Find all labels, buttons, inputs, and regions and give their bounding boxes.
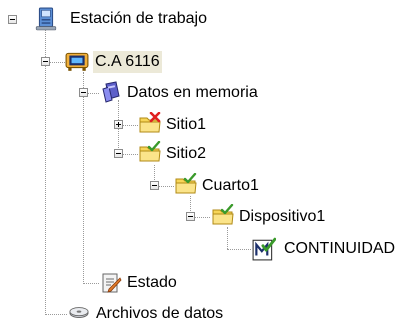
tree-connector bbox=[83, 283, 99, 284]
tree-item-data-files[interactable]: Archivos de datos bbox=[94, 303, 225, 325]
tree-connector bbox=[83, 72, 84, 284]
status-report-icon bbox=[102, 273, 122, 293]
measurement-check-icon bbox=[252, 237, 276, 261]
expand-toggle[interactable] bbox=[114, 120, 123, 129]
tree-item-device[interactable]: C.A 6116 bbox=[93, 51, 162, 73]
tree-connector bbox=[45, 314, 67, 315]
tree-connector bbox=[45, 25, 46, 315]
tree-item-continuity[interactable]: CONTINUIDAD bbox=[282, 238, 397, 260]
folder-check-icon bbox=[139, 141, 161, 162]
collapse-toggle[interactable] bbox=[150, 181, 159, 190]
folder-check-icon bbox=[175, 173, 197, 194]
collapse-toggle[interactable] bbox=[114, 149, 123, 158]
tree-item-device1[interactable]: Dispositivo1 bbox=[237, 206, 327, 228]
folder-red-x-icon bbox=[139, 112, 161, 133]
instrument-icon bbox=[65, 52, 89, 71]
tree-item-status[interactable]: Estado bbox=[125, 272, 179, 294]
tree-item-site2[interactable]: Sitio2 bbox=[164, 143, 208, 165]
tree-item-memory-data[interactable]: Datos en memoria bbox=[125, 82, 260, 104]
disk-drive-icon bbox=[69, 307, 89, 318]
folder-check-icon bbox=[212, 204, 234, 225]
collapse-toggle[interactable] bbox=[79, 88, 88, 97]
memory-data-icon bbox=[102, 81, 120, 103]
workstation-icon bbox=[35, 7, 57, 31]
collapse-toggle[interactable] bbox=[8, 15, 17, 24]
tree-connector bbox=[227, 249, 251, 250]
collapse-toggle[interactable] bbox=[41, 57, 50, 66]
collapse-toggle[interactable] bbox=[186, 212, 195, 221]
tree-item-workstation[interactable]: Estación de trabajo bbox=[68, 8, 209, 30]
tree-item-site1[interactable]: Sitio1 bbox=[164, 114, 208, 136]
tree-connector bbox=[227, 227, 228, 249]
device-tree[interactable]: Estación de trabajo C.A 6116 Datos en me… bbox=[0, 0, 418, 324]
tree-item-room1[interactable]: Cuarto1 bbox=[200, 175, 261, 197]
